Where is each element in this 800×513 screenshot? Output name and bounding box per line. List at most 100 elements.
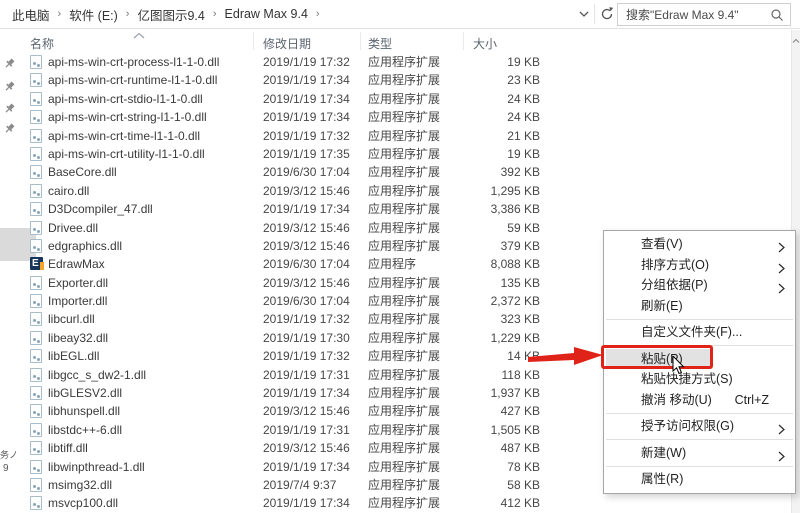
dll-file-icon [30, 330, 42, 345]
menu-separator [606, 318, 793, 320]
file-date: 2019/7/4 9:37 [263, 477, 337, 492]
menu-item-label: 属性(R) [641, 472, 684, 486]
file-row[interactable]: api-ms-win-crt-stdio-l1-1-0.dll 2019/1/1… [0, 90, 790, 108]
breadcrumb-item[interactable]: 软件 (E:) [65, 5, 122, 24]
dll-file-icon [30, 238, 42, 253]
context-menu-item[interactable]: 分组依据(P) [604, 275, 795, 296]
menu-item-label: 自定义文件夹(F)... [641, 325, 743, 339]
divider [0, 28, 800, 29]
file-name: EdrawMax [48, 257, 105, 272]
column-header-date[interactable]: 修改日期 [263, 35, 311, 52]
file-size: 78 KB [507, 459, 540, 474]
file-row[interactable]: api-ms-win-crt-runtime-l1-1-0.dll 2019/1… [0, 71, 790, 89]
dll-file-icon [30, 312, 42, 327]
file-name: libtiff.dll [48, 441, 88, 456]
file-size: 487 KB [500, 441, 540, 456]
column-header-name[interactable]: 名称 [30, 35, 54, 52]
file-name: edgraphics.dll [48, 238, 123, 253]
file-name: api-ms-win-crt-runtime-l1-1-0.dll [48, 73, 218, 88]
file-name: libgcc_s_dw2-1.dll [48, 367, 147, 382]
dll-file-icon [30, 404, 42, 419]
file-name: api-ms-win-crt-process-l1-1-0.dll [48, 55, 220, 69]
refresh-icon[interactable] [599, 5, 615, 23]
divider [253, 32, 254, 50]
dll-file-icon [30, 367, 42, 382]
breadcrumb-separator: › [125, 8, 130, 20]
file-date: 2019/3/12 15:46 [263, 183, 350, 198]
file-row[interactable]: api-ms-win-crt-string-l1-1-0.dll 2019/1/… [0, 108, 790, 126]
annotation-highlight-box [601, 345, 713, 369]
file-row[interactable]: BaseCore.dll 2019/6/30 17:04 应用程序扩展 392 … [0, 163, 790, 181]
file-row[interactable]: api-ms-win-crt-process-l1-1-0.dll 2019/1… [0, 53, 790, 71]
dll-file-icon [30, 459, 42, 474]
file-size: 19 KB [507, 146, 540, 161]
annotation-arrow [528, 343, 606, 374]
context-menu-item[interactable]: 授予访问权限(G) [604, 416, 795, 437]
breadcrumb-item[interactable]: 亿图图示9.4 [133, 5, 208, 24]
context-menu-item[interactable]: 刷新(E) [604, 296, 795, 317]
breadcrumb-separator: › [212, 8, 217, 20]
file-date: 2019/1/19 17:32 [263, 128, 350, 143]
dll-file-icon [30, 349, 42, 364]
file-date: 2019/1/19 17:34 [263, 386, 350, 401]
file-name: libGLESV2.dll [48, 386, 123, 401]
file-row[interactable]: D3Dcompiler_47.dll 2019/1/19 17:34 应用程序扩… [0, 200, 790, 218]
file-date: 2019/6/30 17:04 [263, 257, 350, 272]
file-row[interactable]: api-ms-win-crt-utility-l1-1-0.dll 2019/1… [0, 145, 790, 163]
file-row[interactable]: api-ms-win-crt-time-l1-1-0.dll 2019/1/19… [0, 127, 790, 145]
dll-file-icon [30, 441, 42, 456]
file-date: 2019/1/19 17:32 [263, 55, 350, 69]
search-input[interactable] [626, 4, 766, 25]
file-size: 379 KB [500, 238, 540, 253]
file-name: libEGL.dll [48, 349, 100, 364]
sort-ascending-icon [132, 29, 146, 43]
context-menu-item[interactable]: 撤消 移动(U) Ctrl+Z [604, 390, 795, 411]
dll-file-icon [30, 128, 42, 143]
dll-file-icon [30, 183, 42, 198]
column-header-type[interactable]: 类型 [368, 35, 392, 52]
menu-separator [606, 439, 793, 440]
menu-item-label: 新建(W) [641, 445, 687, 460]
chevron-down-icon[interactable] [577, 6, 591, 22]
context-menu-item[interactable]: 属性(R) [604, 469, 795, 490]
dll-file-icon [30, 73, 42, 88]
search-box[interactable] [617, 3, 791, 26]
breadcrumb-item[interactable]: 此电脑 [8, 5, 54, 24]
dll-file-icon [30, 386, 42, 401]
breadcrumb-item[interactable]: Edraw Max 9.4 [221, 7, 312, 21]
chevron-right-icon [778, 260, 785, 281]
menu-separator [606, 465, 793, 467]
file-name: libstdc++-6.dll [48, 422, 123, 437]
file-date: 2019/1/19 17:34 [263, 202, 350, 217]
file-name: libhunspell.dll [48, 404, 121, 419]
context-menu-item[interactable]: 排序方式(O) [604, 255, 795, 276]
search-icon[interactable] [770, 8, 784, 27]
file-date: 2019/6/30 17:04 [263, 165, 350, 180]
file-size: 118 KB [501, 367, 540, 382]
dll-file-icon [30, 275, 42, 290]
file-row[interactable]: cairo.dll 2019/3/12 15:46 应用程序扩展 1,295 K… [0, 182, 790, 200]
column-header-size[interactable]: 大小 [473, 35, 497, 52]
file-name: libwinpthread-1.dll [48, 459, 145, 474]
address-bar[interactable]: 此电脑 › 软件 (E:) › 亿图图示9.4 › Edraw Max 9.4 › [0, 0, 800, 28]
file-date: 2019/3/12 15:46 [263, 441, 350, 456]
breadcrumb-separator: › [315, 8, 320, 20]
dll-file-icon [30, 55, 42, 69]
file-size: 1,295 KB [490, 183, 540, 198]
file-size: 8,088 KB [490, 257, 540, 272]
file-size: 19 KB [507, 55, 540, 69]
file-name: api-ms-win-crt-string-l1-1-0.dll [48, 110, 207, 125]
file-row[interactable]: msvcp100.dll 2019/1/19 17:34 应用程序扩展 412 … [0, 494, 790, 512]
file-name: msvcp100.dll [48, 496, 119, 511]
context-menu-item[interactable]: 新建(W) [604, 443, 795, 464]
context-menu-item[interactable]: 查看(V) [604, 234, 795, 255]
file-size: 24 KB [507, 110, 540, 125]
file-name: D3Dcompiler_47.dll [48, 202, 153, 217]
context-menu-item[interactable]: 自定义文件夹(F)... [604, 322, 795, 343]
scroll-up-icon[interactable] [792, 31, 800, 49]
file-size: 2,372 KB [490, 294, 540, 309]
context-menu-item[interactable]: 粘贴快捷方式(S) [604, 369, 795, 390]
file-date: 2019/1/19 17:34 [263, 496, 350, 511]
file-size: 14 KB [507, 349, 540, 364]
file-name: api-ms-win-crt-utility-l1-1-0.dll [48, 146, 205, 161]
